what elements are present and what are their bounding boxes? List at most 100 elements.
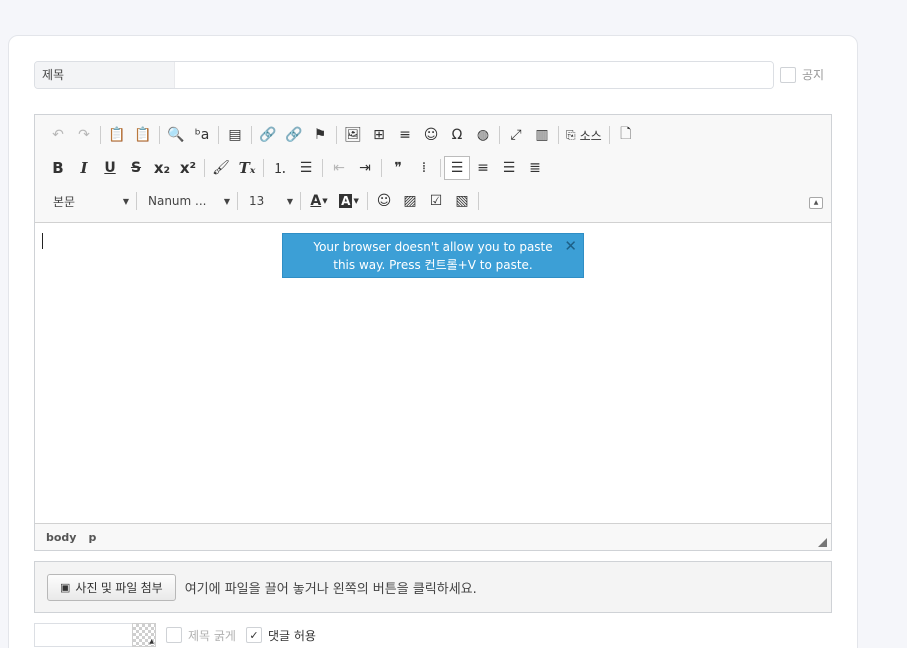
underline-button[interactable]: U <box>97 156 123 180</box>
indent-button[interactable]: ⇥ <box>352 156 378 180</box>
editor-content-area[interactable]: Your browser doesn't allow you to paste … <box>35 223 831 523</box>
div-container-button[interactable]: ⁞ <box>411 156 437 180</box>
attach-file-label: 사진 및 파일 첨부 <box>75 580 163 595</box>
chevron-down-icon: ▼ <box>122 196 129 206</box>
maximize-button[interactable]: ⤢ <box>503 123 529 147</box>
toolbar-separator <box>251 126 252 144</box>
show-blocks-button[interactable]: ▥ <box>529 123 555 147</box>
iframe-button[interactable]: ◍ <box>470 123 496 147</box>
subscript-button[interactable]: x₂ <box>149 156 175 180</box>
copy-format-button[interactable]: 🖌 <box>208 156 234 180</box>
replace-button[interactable]: ᵇa <box>189 123 215 147</box>
chevron-down-icon: ▼ <box>322 197 328 205</box>
redo-button[interactable]: ↷ <box>71 123 97 147</box>
paste-text-icon: 📋 <box>108 127 126 143</box>
undo-button[interactable]: ↶ <box>45 123 71 147</box>
title-label: 제목 <box>35 62 175 88</box>
resize-handle-icon[interactable] <box>818 538 827 547</box>
path-item-body[interactable]: body <box>46 531 76 544</box>
image-gallery-button[interactable]: ▨ <box>397 189 423 213</box>
align-left-icon: ☰ <box>450 160 464 176</box>
link-icon: 🔗 <box>259 127 277 143</box>
image-upload-icon: ▧ <box>455 193 469 209</box>
table-button[interactable]: ⊞ <box>366 123 392 147</box>
close-icon[interactable]: ✕ <box>564 237 577 255</box>
background-color-button[interactable]: A ▼ <box>334 189 364 213</box>
find-button[interactable]: 🔍 <box>163 123 189 147</box>
toolbar-separator <box>237 192 238 210</box>
image-button[interactable]: 🖼 <box>340 123 366 147</box>
post-options: ▲ 제목 굵게 ✓ 댓글 허용 <box>34 623 316 647</box>
source-button[interactable]: ⎘ 소스 <box>562 123 606 147</box>
font-size-combo-value: 13 <box>249 194 265 208</box>
font-size-combo[interactable]: 13 ▼ <box>241 190 297 212</box>
smiley-button[interactable]: ☺ <box>418 123 444 147</box>
toolbar-separator <box>558 126 559 144</box>
align-center-button[interactable]: ≡ <box>470 156 496 180</box>
toolbar-separator <box>300 192 301 210</box>
bold-title-label: 제목 굵게 <box>188 628 236 643</box>
allow-comments-checkbox[interactable]: ✓ <box>245 627 262 643</box>
title-color-picker[interactable]: ▲ <box>132 623 156 647</box>
align-justify-button[interactable]: ≣ <box>522 156 548 180</box>
file-upload-area[interactable]: ▣ 사진 및 파일 첨부 여기에 파일을 끌어 놓거나 왼쪽의 버튼을 클릭하세… <box>34 561 832 613</box>
title-input[interactable] <box>175 62 773 88</box>
notice-checkbox[interactable] <box>780 66 796 83</box>
toolbar-separator <box>204 159 205 177</box>
path-item-p[interactable]: p <box>88 531 96 544</box>
toolbar-row-1: ↶ ↷ 📋 📋 🔍 ᵇa ▤ 🔗 🔗 ⚑ 🖼 ⊞ ≡ ☺ Ω ◍ ⤢ ▥ ⎘ 소스 🗋 <box>45 122 639 148</box>
image-upload-button[interactable]: ▧ <box>449 189 475 213</box>
bold-title-option[interactable]: 제목 굵게 <box>166 627 236 644</box>
title-color-input[interactable] <box>34 623 132 647</box>
font-combo[interactable]: Nanum ... ▼ <box>140 190 234 212</box>
format-combo-value: 본문 <box>53 194 76 209</box>
checkbox-button[interactable]: ☑ <box>423 189 449 213</box>
toolbar-row-2: B I U Sx₂ x² 🖌 Tₓ ⒈ ☰ ⇤ ⇥ ❞ ⁞ ☰ ≡ ☰ ≣ <box>45 155 548 181</box>
file-icon: ▣ <box>60 581 71 594</box>
background-color-icon: A <box>339 194 353 208</box>
unlink-button[interactable]: 🔗 <box>281 123 307 147</box>
emoji-button[interactable]: ☺ <box>371 189 397 213</box>
bulleted-list-button[interactable]: ☰ <box>293 156 319 180</box>
smiley-icon: ☺ <box>423 127 439 143</box>
toolbar-separator <box>608 126 610 144</box>
select-all-button[interactable]: ▤ <box>222 123 248 147</box>
source-icon: ⎘ <box>566 127 576 142</box>
div-container-icon: ⁞ <box>421 160 427 176</box>
special-char-icon: Ω <box>451 127 463 143</box>
new-page-button[interactable]: 🗋 <box>613 123 639 147</box>
replace-icon: ᵇa <box>194 127 210 143</box>
remove-format-button[interactable]: Tₓ <box>234 156 260 180</box>
align-left-button[interactable]: ☰ <box>444 156 470 180</box>
paste-notification: Your browser doesn't allow you to paste … <box>282 233 584 278</box>
special-char-button[interactable]: Ω <box>444 123 470 147</box>
strike-button[interactable]: S <box>123 156 149 180</box>
collapse-toolbar-icon[interactable]: ▲ <box>809 197 823 209</box>
paste-text-button[interactable]: 📋 <box>104 123 130 147</box>
paste-word-icon: 📋 <box>134 127 152 143</box>
attach-file-button[interactable]: ▣ 사진 및 파일 첨부 <box>47 573 176 601</box>
allow-comments-option[interactable]: ✓ 댓글 허용 <box>245 627 316 644</box>
anchor-button[interactable]: ⚑ <box>307 123 333 147</box>
align-justify-icon: ≣ <box>529 160 541 176</box>
new-page-icon: 🗋 <box>620 126 632 142</box>
outdent-button[interactable]: ⇤ <box>326 156 352 180</box>
align-right-icon: ☰ <box>502 160 516 176</box>
italic-button[interactable]: I <box>71 156 97 180</box>
superscript-button[interactable]: x² <box>175 156 201 180</box>
paste-word-button[interactable]: 📋 <box>130 123 156 147</box>
toolbar-separator <box>322 159 323 177</box>
bold-title-checkbox[interactable] <box>166 627 182 643</box>
link-button[interactable]: 🔗 <box>255 123 281 147</box>
bold-button[interactable]: B <box>45 156 71 180</box>
horizontal-rule-button[interactable]: ≡ <box>392 123 418 147</box>
blockquote-button[interactable]: ❞ <box>385 156 411 180</box>
format-combo[interactable]: 본문 ▼ <box>45 190 133 212</box>
notice-option[interactable]: 공지 <box>780 66 824 83</box>
text-color-button[interactable]: A ▼ <box>304 189 334 213</box>
align-right-button[interactable]: ☰ <box>496 156 522 180</box>
iframe-icon: ◍ <box>476 127 490 143</box>
toolbar-separator <box>218 126 219 144</box>
toolbar-separator <box>440 159 441 177</box>
numbered-list-button[interactable]: ⒈ <box>267 156 293 180</box>
